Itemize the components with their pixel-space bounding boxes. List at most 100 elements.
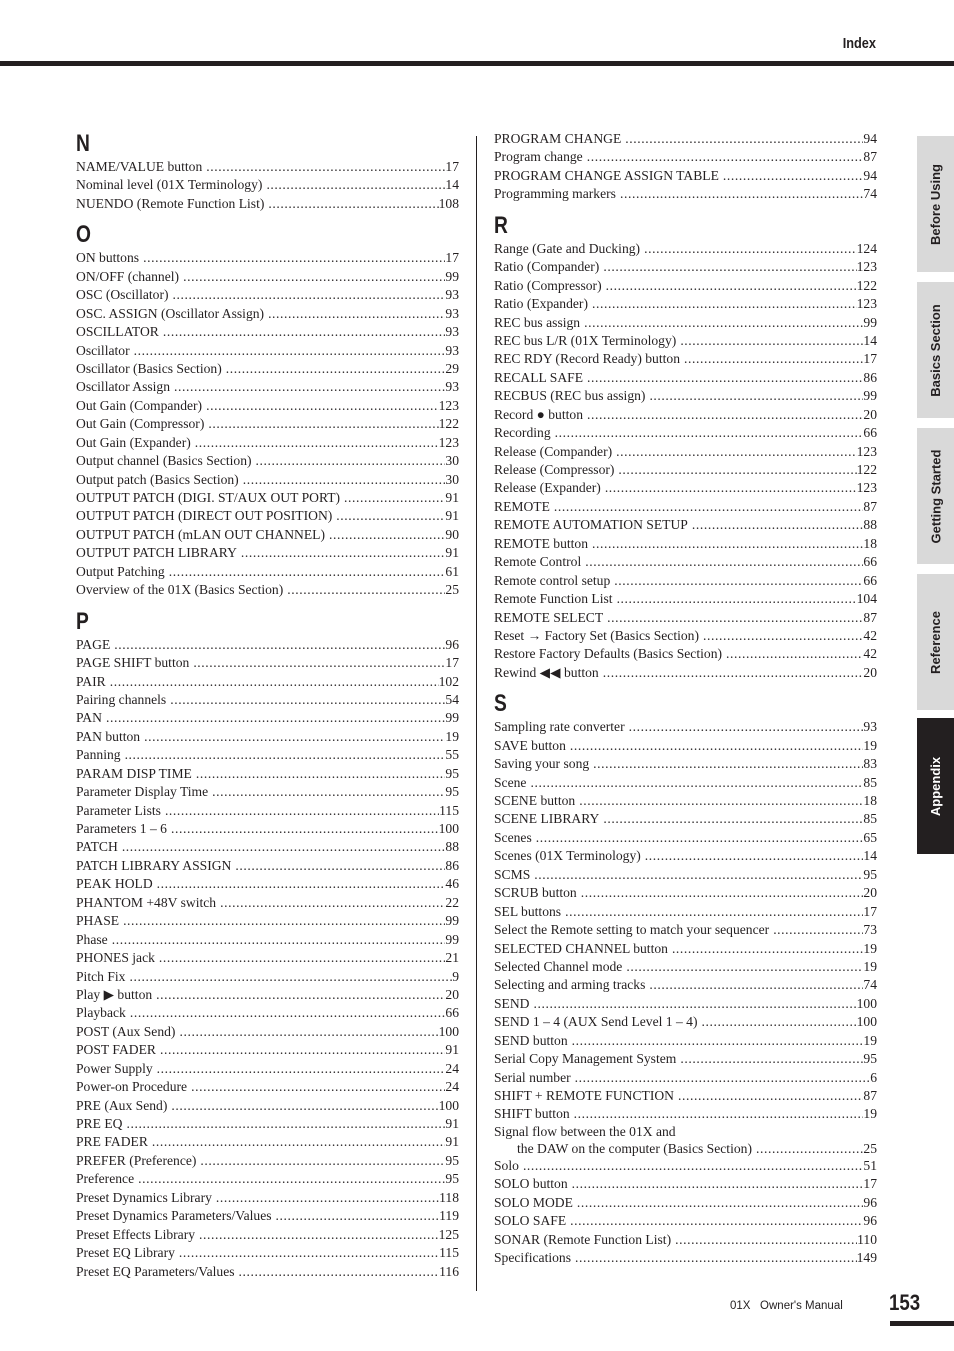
index-entry[interactable]: SHIFT + REMOTE FUNCTION 87 xyxy=(494,1087,877,1105)
index-entry[interactable]: Remote control setup 66 xyxy=(494,572,877,590)
index-entry[interactable]: SEND 1 – 4 (AUX Send Level 1 – 4) 100 xyxy=(494,1013,877,1031)
index-entry[interactable]: REC bus L/R (01X Terminology) 14 xyxy=(494,332,877,350)
index-entry[interactable]: RECALL SAFE 86 xyxy=(494,369,877,387)
index-entry[interactable]: Specifications 149 xyxy=(494,1249,877,1267)
index-entry[interactable]: Ratio (Compander) 123 xyxy=(494,258,877,276)
index-entry[interactable]: PAIR 102 xyxy=(76,673,459,691)
index-entry[interactable]: PHONES jack 21 xyxy=(76,949,459,967)
index-entry[interactable]: SEND button 19 xyxy=(494,1032,877,1050)
index-entry[interactable]: PHANTOM +48V switch 22 xyxy=(76,894,459,912)
index-entry[interactable]: NAME/VALUE button 17 xyxy=(76,158,459,176)
index-entry[interactable]: Preset Effects Library 125 xyxy=(76,1226,459,1244)
index-entry[interactable]: Out Gain (Compander) 123 xyxy=(76,397,459,415)
index-entry[interactable]: Rewind ◀◀ button 20 xyxy=(494,664,877,682)
index-entry[interactable]: Out Gain (Compressor) 122 xyxy=(76,415,459,433)
index-entry[interactable]: Preset Dynamics Parameters/Values 119 xyxy=(76,1207,459,1225)
index-entry[interactable]: SCENE LIBRARY 85 xyxy=(494,810,877,828)
index-entry[interactable]: REC RDY (Record Ready) button 17 xyxy=(494,350,877,368)
index-entry[interactable]: Solo 51 xyxy=(494,1157,877,1175)
index-entry[interactable]: ON buttons 17 xyxy=(76,249,459,267)
index-entry[interactable]: OSC (Oscillator) 93 xyxy=(76,286,459,304)
index-entry[interactable]: Pitch Fix 9 xyxy=(76,968,459,986)
index-entry[interactable]: PAN button 19 xyxy=(76,728,459,746)
index-entry[interactable]: OSC. ASSIGN (Oscillator Assign) 93 xyxy=(76,305,459,323)
index-entry[interactable]: Preset EQ Parameters/Values 116 xyxy=(76,1263,459,1281)
index-entry[interactable]: Parameters 1 – 6 100 xyxy=(76,820,459,838)
index-entry[interactable]: REMOTE AUTOMATION SETUP 88 xyxy=(494,516,877,534)
index-entry[interactable]: Preset EQ Library 115 xyxy=(76,1244,459,1262)
index-entry[interactable]: Ratio (Compressor) 122 xyxy=(494,277,877,295)
index-entry[interactable]: Power-on Procedure 24 xyxy=(76,1078,459,1096)
index-entry[interactable]: Recording 66 xyxy=(494,424,877,442)
index-entry[interactable]: PRE FADER 91 xyxy=(76,1133,459,1151)
index-entry[interactable]: Overview of the 01X (Basics Section) 25 xyxy=(76,581,459,599)
index-entry[interactable]: Select the Remote setting to match your … xyxy=(494,921,877,939)
index-entry[interactable]: Release (Compressor) 122 xyxy=(494,461,877,479)
index-entry[interactable]: Program change 87 xyxy=(494,148,877,166)
index-entry[interactable]: Selected Channel mode 19 xyxy=(494,958,877,976)
index-entry[interactable]: NUENDO (Remote Function List) 108 xyxy=(76,195,459,213)
index-entry[interactable]: SONAR (Remote Function List) 110 xyxy=(494,1231,877,1249)
index-entry[interactable]: Output patch (Basics Section) 30 xyxy=(76,471,459,489)
tab-basics-section[interactable]: Basics Section xyxy=(917,282,954,418)
index-entry[interactable]: Remote Function List 104 xyxy=(494,590,877,608)
index-entry[interactable]: Selecting and arming tracks 74 xyxy=(494,976,877,994)
index-entry[interactable]: Remote Control 66 xyxy=(494,553,877,571)
index-entry[interactable]: POST (Aux Send) 100 xyxy=(76,1023,459,1041)
tab-appendix[interactable]: Appendix xyxy=(917,718,954,854)
index-entry[interactable]: PRE (Aux Send) 100 xyxy=(76,1097,459,1115)
index-entry[interactable]: SAVE button 19 xyxy=(494,737,877,755)
index-entry[interactable]: PAGE SHIFT button 17 xyxy=(76,654,459,672)
index-entry[interactable]: PHASE 99 xyxy=(76,912,459,930)
index-entry[interactable]: SEND 100 xyxy=(494,995,877,1013)
index-entry[interactable]: Playback 66 xyxy=(76,1004,459,1022)
index-entry[interactable]: Oscillator 93 xyxy=(76,342,459,360)
index-entry[interactable]: REC bus assign 99 xyxy=(494,314,877,332)
index-entry[interactable]: SELECTED CHANNEL button 19 xyxy=(494,940,877,958)
index-entry[interactable]: Record ● button 20 xyxy=(494,406,877,424)
index-entry[interactable]: OUTPUT PATCH (DIGI. ST/AUX OUT PORT) 91 xyxy=(76,489,459,507)
index-entry[interactable]: Play ▶ button 20 xyxy=(76,986,459,1004)
index-entry[interactable]: Sampling rate converter 93 xyxy=(494,718,877,736)
index-entry[interactable]: Parameter Lists 115 xyxy=(76,802,459,820)
index-entry[interactable]: Release (Expander) 123 xyxy=(494,479,877,497)
index-entry[interactable]: Preference 95 xyxy=(76,1170,459,1188)
index-entry[interactable]: SOLO SAFE 96 xyxy=(494,1212,877,1230)
index-entry[interactable]: Scene 85 xyxy=(494,774,877,792)
tab-before-using[interactable]: Before Using xyxy=(917,136,954,272)
index-entry[interactable]: Panning 55 xyxy=(76,746,459,764)
index-entry[interactable]: REMOTE button 18 xyxy=(494,535,877,553)
index-entry[interactable]: PROGRAM CHANGE 94 xyxy=(494,130,877,148)
index-entry[interactable]: SCENE button 18 xyxy=(494,792,877,810)
index-entry[interactable]: PROGRAM CHANGE ASSIGN TABLE 94 xyxy=(494,167,877,185)
index-entry[interactable]: PEAK HOLD 46 xyxy=(76,875,459,893)
index-entry[interactable]: POST FADER 91 xyxy=(76,1041,459,1059)
index-entry[interactable]: OUTPUT PATCH (mLAN OUT CHANNEL) 90 xyxy=(76,526,459,544)
index-entry[interactable]: REMOTE 87 xyxy=(494,498,877,516)
index-entry[interactable]: Serial Copy Management System 95 xyxy=(494,1050,877,1068)
index-entry[interactable]: Nominal level (01X Terminology) 14 xyxy=(76,176,459,194)
index-entry[interactable]: Release (Compander) 123 xyxy=(494,443,877,461)
index-entry[interactable]: Scenes 65 xyxy=(494,829,877,847)
index-entry[interactable]: Preset Dynamics Library 118 xyxy=(76,1189,459,1207)
index-entry[interactable]: Scenes (01X Terminology) 14 xyxy=(494,847,877,865)
index-entry[interactable]: SHIFT button 19 xyxy=(494,1105,877,1123)
index-entry[interactable]: Parameter Display Time 95 xyxy=(76,783,459,801)
index-entry[interactable]: Power Supply 24 xyxy=(76,1060,459,1078)
index-entry[interactable]: SCRUB button 20 xyxy=(494,884,877,902)
index-entry[interactable]: SOLO MODE 96 xyxy=(494,1194,877,1212)
index-entry[interactable]: Ratio (Expander) 123 xyxy=(494,295,877,313)
index-entry[interactable]: PATCH 88 xyxy=(76,838,459,856)
index-entry[interactable]: Output Patching 61 xyxy=(76,563,459,581)
index-entry[interactable]: PRE EQ 91 xyxy=(76,1115,459,1133)
index-entry[interactable]: Output channel (Basics Section) 30 xyxy=(76,452,459,470)
index-entry[interactable]: Serial number 6 xyxy=(494,1069,877,1087)
index-entry[interactable]: PAGE 96 xyxy=(76,636,459,654)
index-entry[interactable]: SEL buttons 17 xyxy=(494,903,877,921)
index-entry[interactable]: Reset → Factory Set (Basics Section) 42 xyxy=(494,627,877,645)
index-entry[interactable]: Restore Factory Defaults (Basics Section… xyxy=(494,645,877,663)
index-entry[interactable]: ON/OFF (channel) 99 xyxy=(76,268,459,286)
index-entry[interactable]: RECBUS (REC bus assign) 99 xyxy=(494,387,877,405)
tab-getting-started[interactable]: Getting Started xyxy=(917,428,954,564)
index-entry[interactable]: SCMS 95 xyxy=(494,866,877,884)
